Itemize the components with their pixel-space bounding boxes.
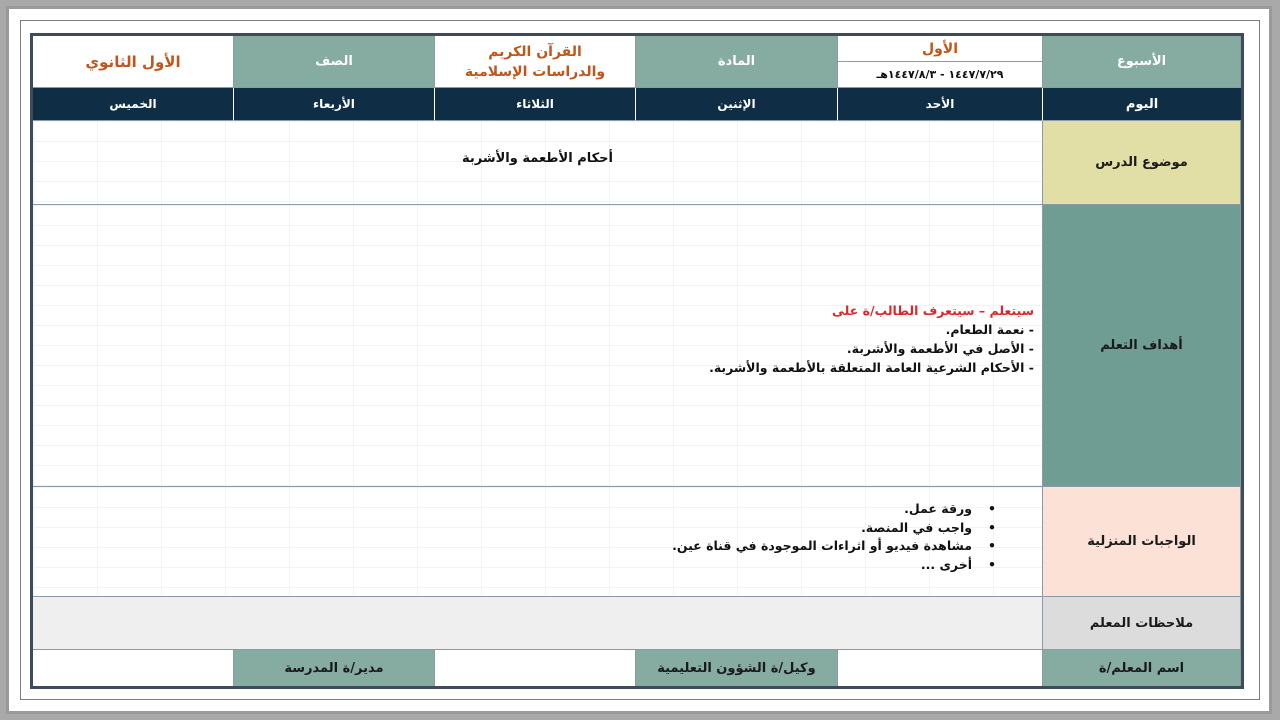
homework-item: واجب في المنصة. (672, 519, 996, 538)
day-label: اليوم (1043, 88, 1241, 121)
objectives-area: سيتعلم – سيتعرف الطالب/ة على - نعمة الطع… (33, 205, 1043, 487)
day-wednesday: الأربعاء (234, 88, 435, 121)
deputy-value[interactable] (435, 650, 636, 686)
objective-item: - نعمة الطعام. (945, 322, 1034, 337)
lesson-topic-value: أحكام الأطعمة والأشربة (33, 121, 1043, 205)
day-sunday: الأحد (838, 88, 1043, 121)
week-value-cell: الأول ١٤٤٧/٧/٢٩ - ١٤٤٧/٨/٣هـ (838, 36, 1043, 88)
subject-value: القرآن الكريم والدراسات الإسلامية (435, 36, 636, 88)
day-thursday: الخميس (33, 88, 234, 121)
objectives-intro: سيتعلم – سيتعرف الطالب/ة على (832, 303, 1034, 318)
teacher-name-label: اسم المعلم/ة (1043, 650, 1241, 686)
grade-label: الصف (234, 36, 435, 88)
homework-item: أخرى ... (672, 556, 996, 575)
principal-label: مدير/ة المدرسة (234, 650, 435, 686)
week-value: الأول (838, 36, 1042, 63)
homework-area: ورقة عمل. واجب في المنصة. مشاهدة فيديو أ… (33, 487, 1043, 597)
subject-label: المادة (636, 36, 838, 88)
teacher-name-value[interactable] (838, 650, 1043, 686)
teacher-notes-label: ملاحظات المعلم (1043, 597, 1241, 650)
homework-item: ورقة عمل. (672, 500, 996, 519)
lesson-topic-label: موضوع الدرس (1043, 121, 1241, 205)
lesson-plan-sheet: الأسبوع الأول ١٤٤٧/٧/٢٩ - ١٤٤٧/٨/٣هـ الم… (30, 33, 1244, 689)
week-dates: ١٤٤٧/٧/٢٩ - ١٤٤٧/٨/٣هـ (876, 68, 1004, 82)
day-tuesday: الثلاثاء (435, 88, 636, 121)
deputy-label: وكيل/ة الشؤون التعليمية (636, 650, 838, 686)
principal-value[interactable] (33, 650, 234, 686)
homework-label: الواجبات المنزلية (1043, 487, 1241, 597)
objectives-label: أهداف التعلم (1043, 205, 1241, 487)
objectives-content: سيتعلم – سيتعرف الطالب/ة على - نعمة الطع… (709, 301, 1034, 377)
homework-list: ورقة عمل. واجب في المنصة. مشاهدة فيديو أ… (672, 500, 1000, 574)
grade-value: الأول الثانوي (33, 36, 234, 88)
homework-content: ورقة عمل. واجب في المنصة. مشاهدة فيديو أ… (672, 500, 1000, 574)
week-label: الأسبوع (1043, 36, 1241, 88)
objective-item: - الأحكام الشرعية العامة المتعلقة بالأطع… (709, 360, 1034, 375)
day-monday: الإثنين (636, 88, 838, 121)
objective-item: - الأصل في الأطعمة والأشربة. (846, 341, 1034, 356)
homework-item: مشاهدة فيديو أو اثراءات الموجودة في قناة… (672, 537, 996, 556)
teacher-notes-value[interactable] (33, 597, 1043, 650)
